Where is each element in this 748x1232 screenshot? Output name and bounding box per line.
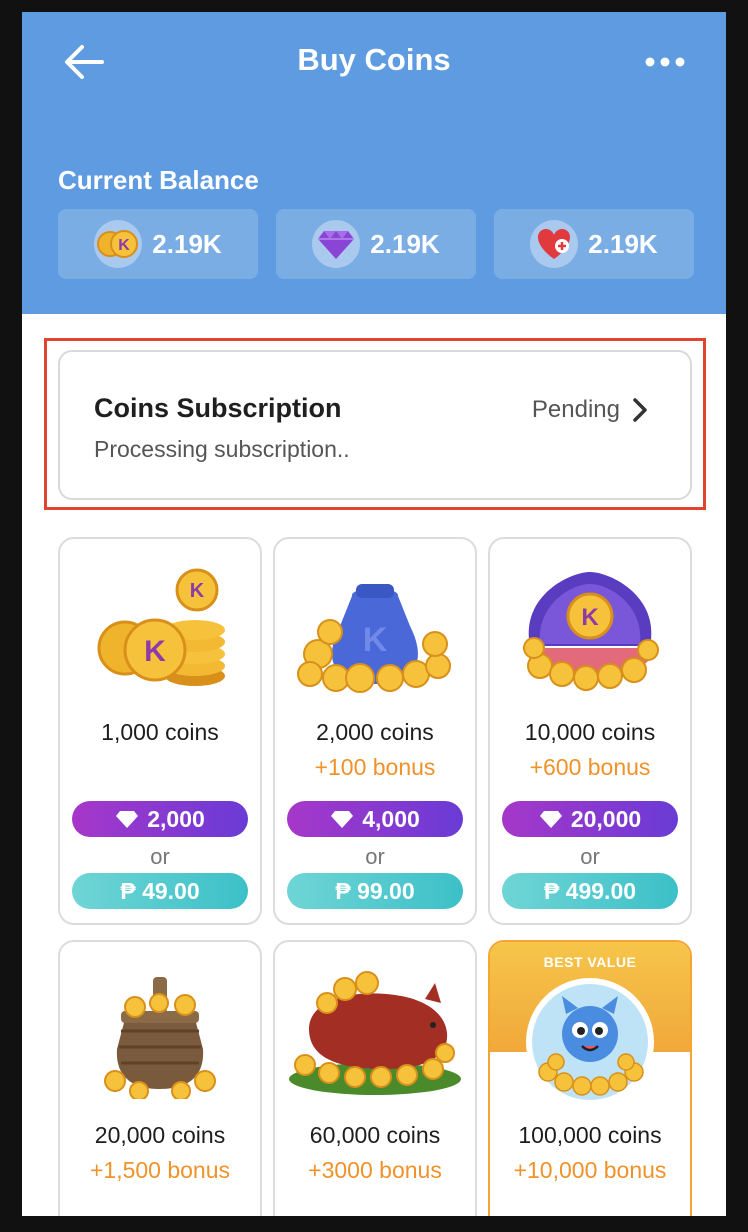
svg-text:K: K bbox=[190, 580, 205, 602]
package-coins: 20,000 coins bbox=[94, 1122, 226, 1148]
diamond-balance: 2.19K bbox=[276, 209, 476, 279]
coins-subscription-card[interactable]: Coins Subscription Pending Processing su… bbox=[58, 350, 692, 500]
balance-label: Current Balance bbox=[58, 165, 259, 195]
mascot-coins-icon bbox=[490, 972, 690, 1112]
buy-with-cash-button[interactable]: ₱ 99.00 bbox=[287, 873, 463, 909]
package-coins: 60,000 coins bbox=[309, 1122, 441, 1148]
package-coins: 1,000 coins bbox=[101, 719, 219, 745]
coin-balance: K 2.19K bbox=[58, 209, 258, 279]
package-bonus: +10,000 bonus bbox=[513, 1157, 667, 1183]
more-options-icon[interactable] bbox=[640, 42, 690, 82]
package-10000-coins[interactable]: K 10,000 coins +600 bonus 20,000 or ₱ 49… bbox=[488, 537, 692, 925]
package-coins: 10,000 coins bbox=[524, 719, 656, 745]
chevron-right-icon bbox=[633, 398, 647, 422]
buy-with-cash-button[interactable]: ₱ 49.00 bbox=[72, 873, 248, 909]
package-100000-coins[interactable]: BEST VALUE 100,000 coins +10,000 bonus bbox=[488, 940, 692, 1216]
diamond-icon bbox=[312, 220, 361, 268]
screen: Buy Coins Current Balance K 2.19K 2.19K … bbox=[22, 12, 726, 1216]
health-balance-value: 2.19K bbox=[588, 228, 658, 259]
health-balance: 2.19K bbox=[494, 209, 694, 279]
package-bonus: +100 bonus bbox=[314, 754, 436, 780]
best-value-badge: BEST VALUE bbox=[543, 954, 637, 970]
diamond-balance-value: 2.19K bbox=[370, 228, 440, 259]
coin-bag-icon: K bbox=[275, 561, 475, 701]
subscription-description: Processing subscription.. bbox=[94, 436, 350, 462]
package-bonus: +3000 bonus bbox=[308, 1157, 442, 1183]
coin-stack-icon: K K bbox=[60, 561, 260, 701]
subscription-status: Pending bbox=[531, 396, 620, 423]
svg-text:K: K bbox=[119, 237, 131, 254]
package-2000-coins[interactable]: K 2,000 coins +100 bonus 4,000 or ₱ 99.0… bbox=[273, 537, 477, 925]
piggy-bank-coins-icon bbox=[275, 964, 475, 1104]
gem-price: 20,000 bbox=[570, 805, 642, 832]
subscription-title: Coins Subscription bbox=[94, 393, 342, 423]
gem-price: 4,000 bbox=[362, 805, 420, 832]
coin-balance-value: 2.19K bbox=[152, 228, 222, 259]
gem-price: 2,000 bbox=[147, 805, 205, 832]
package-bonus: +600 bonus bbox=[529, 754, 651, 780]
k-coin-icon: K bbox=[94, 220, 143, 268]
page-title: Buy Coins bbox=[297, 42, 451, 77]
package-20000-coins[interactable]: 20,000 coins +1,500 bonus bbox=[58, 940, 262, 1216]
diamond-icon bbox=[539, 811, 562, 828]
svg-text:K: K bbox=[144, 635, 166, 668]
package-60000-coins[interactable]: 60,000 coins +3000 bonus bbox=[273, 940, 477, 1216]
device-frame: Buy Coins Current Balance K 2.19K 2.19K … bbox=[0, 0, 748, 1232]
buy-with-cash-button[interactable]: ₱ 499.00 bbox=[502, 873, 678, 909]
buy-with-gems-button[interactable]: 20,000 bbox=[502, 801, 678, 837]
or-separator: or bbox=[150, 844, 170, 869]
clam-shell-coins-icon: K bbox=[490, 561, 690, 701]
health-heart-icon bbox=[530, 220, 579, 268]
header: Buy Coins Current Balance K 2.19K 2.19K … bbox=[22, 12, 726, 314]
svg-text:K: K bbox=[363, 621, 388, 659]
or-separator: or bbox=[365, 844, 385, 869]
buy-with-gems-button[interactable]: 2,000 bbox=[72, 801, 248, 837]
package-coins: 100,000 coins bbox=[518, 1122, 662, 1148]
or-separator: or bbox=[580, 844, 600, 869]
package-1000-coins[interactable]: K K 1,000 coins 2,000 or ₱ 49.00 bbox=[58, 537, 262, 925]
diamond-icon bbox=[331, 811, 354, 828]
diamond-icon bbox=[116, 811, 139, 828]
buy-with-gems-button[interactable]: 4,000 bbox=[287, 801, 463, 837]
coin-pot-icon bbox=[60, 964, 260, 1104]
svg-text:K: K bbox=[581, 604, 599, 631]
package-coins: 2,000 coins bbox=[316, 719, 434, 745]
package-bonus: +1,500 bonus bbox=[89, 1157, 231, 1183]
